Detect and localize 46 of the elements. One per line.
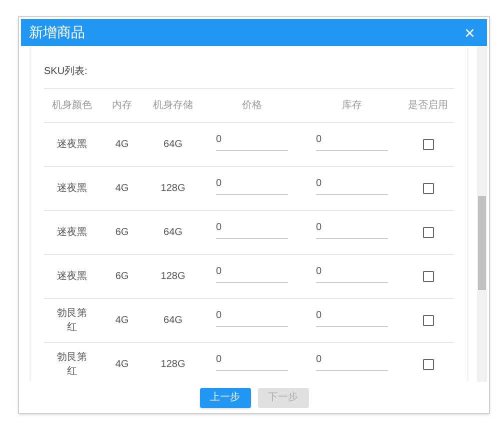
table-cell-text: 64G <box>164 226 182 240</box>
enable-checkbox[interactable] <box>422 271 434 282</box>
column-header: 是否启用 <box>408 100 448 111</box>
table-cell-text: 64G <box>164 314 182 328</box>
section-label: SKU列表: <box>44 46 454 89</box>
price-field[interactable]: 0 <box>216 176 288 195</box>
table-cell: 迷夜黑 <box>57 226 87 240</box>
dialog-title: 新增商品 <box>29 23 85 42</box>
table-cell-text: 4G <box>115 358 129 372</box>
scrollbar[interactable] <box>477 46 487 382</box>
price-field[interactable]: 0 <box>216 220 288 239</box>
column-header: 库存 <box>342 100 362 111</box>
table-cell: 迷夜黑 <box>57 138 87 152</box>
table-cell-text: 4G <box>115 138 129 152</box>
stock-field[interactable]: 0 <box>316 264 388 283</box>
enable-checkbox[interactable] <box>422 227 434 238</box>
table-cell-text: 128G <box>160 182 186 196</box>
table-cell-text: 6G <box>115 226 129 240</box>
table-cell-text: 64G <box>164 138 182 152</box>
price-field[interactable]: 0 <box>216 132 288 151</box>
scrollbar-thumb[interactable] <box>478 196 486 290</box>
table-cell-text: 4G <box>115 314 129 328</box>
enable-checkbox[interactable] <box>422 139 434 150</box>
enable-checkbox[interactable] <box>422 315 434 326</box>
table-cell: 勃艮第红 <box>57 350 87 378</box>
stock-field[interactable]: 0 <box>316 132 388 151</box>
table-cell-text: 128G <box>160 270 186 284</box>
table-cell-text: 6G <box>115 270 129 284</box>
table-cell: 迷夜黑 <box>57 182 87 196</box>
table-cell: 迷夜黑 <box>57 270 87 284</box>
enable-checkbox[interactable] <box>422 359 434 370</box>
stock-field[interactable]: 0 <box>316 352 388 371</box>
table-cell: 勃艮第红 <box>57 306 87 334</box>
stock-field[interactable]: 0 <box>316 176 388 195</box>
column-header: 机身存储 <box>153 100 193 111</box>
column-header: 机身颜色 <box>52 100 92 111</box>
price-field[interactable]: 0 <box>216 308 288 327</box>
column-header: 价格 <box>242 100 262 111</box>
stock-field[interactable]: 0 <box>316 220 388 239</box>
price-field[interactable]: 0 <box>216 264 288 283</box>
table-cell-text: 4G <box>115 182 129 196</box>
stock-field[interactable]: 0 <box>316 308 388 327</box>
column-header: 内存 <box>112 100 132 111</box>
price-field[interactable]: 0 <box>216 352 288 371</box>
table-cell-text: 128G <box>160 358 186 372</box>
enable-checkbox[interactable] <box>422 183 434 194</box>
